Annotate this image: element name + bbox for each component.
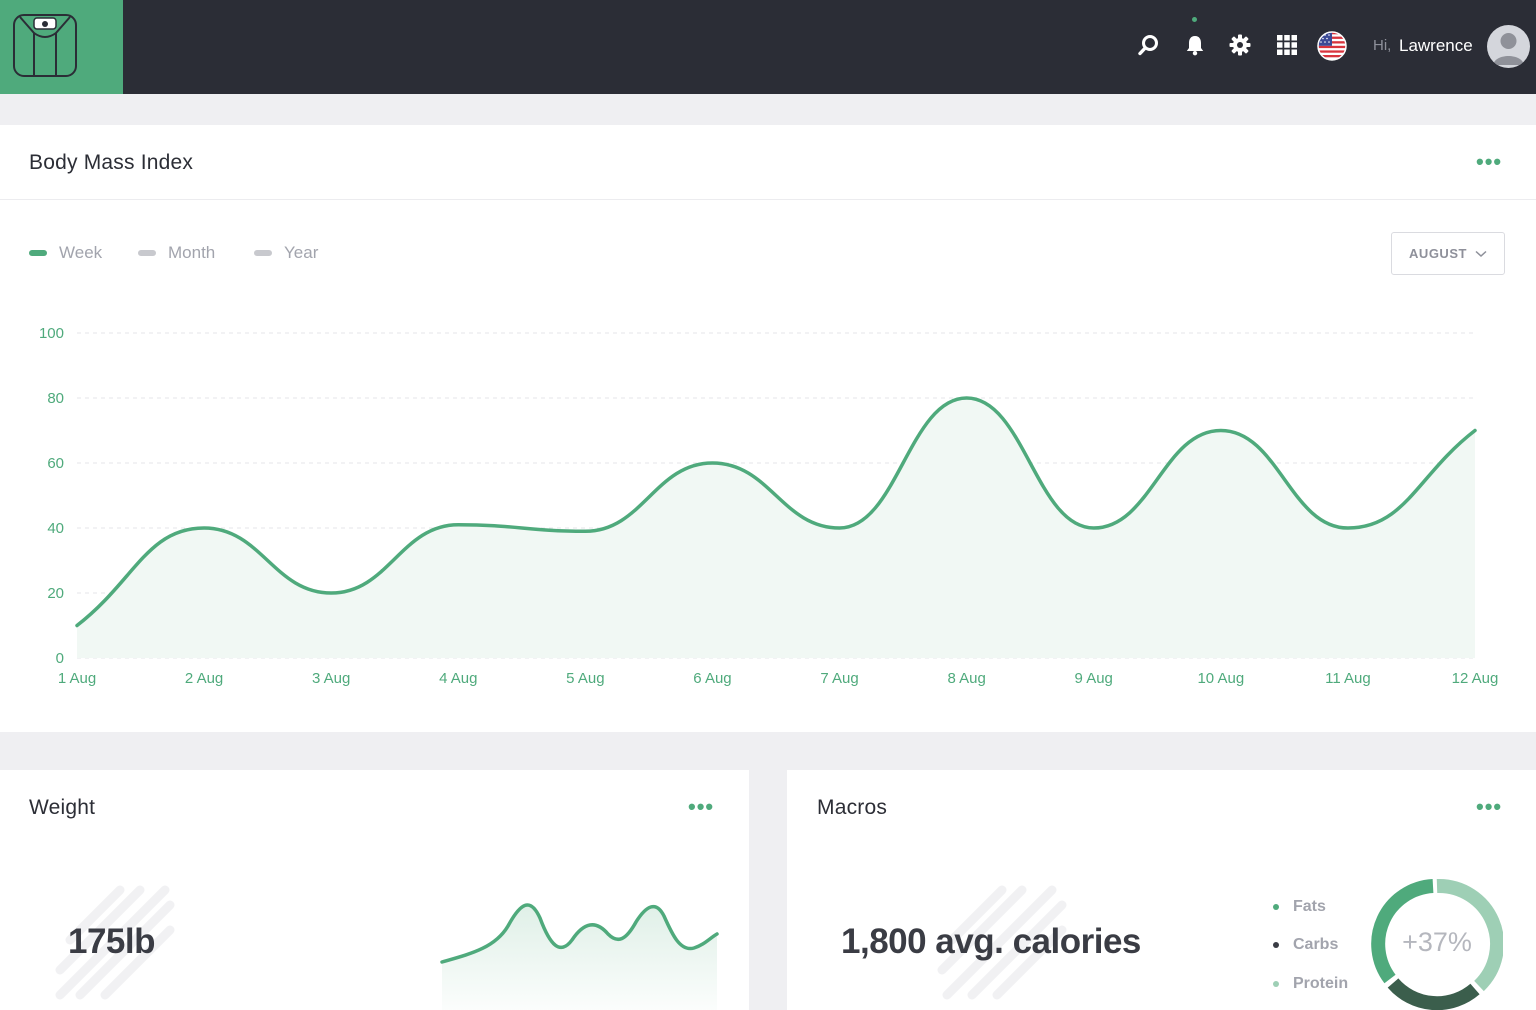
- top-navigation-bar: Hi, Lawrence: [0, 0, 1536, 94]
- macro-dot: [1273, 904, 1279, 910]
- y-tick-label: 40: [47, 520, 64, 537]
- y-tick-label: 100: [39, 325, 64, 342]
- app-logo[interactable]: [0, 0, 123, 94]
- macro-dot: [1273, 981, 1279, 987]
- x-tick-label: 10 Aug: [1197, 670, 1244, 687]
- bell-icon[interactable]: [1183, 33, 1207, 57]
- macro-label-fats: Fats: [1293, 898, 1326, 915]
- x-tick-label: 4 Aug: [439, 670, 477, 687]
- search-icon[interactable]: [1137, 33, 1161, 57]
- macro-dot: [1273, 942, 1279, 948]
- weight-card-title: Weight: [29, 796, 96, 819]
- x-tick-label: 6 Aug: [693, 670, 731, 687]
- x-tick-label: 9 Aug: [1075, 670, 1113, 687]
- y-tick-label: 0: [56, 650, 64, 667]
- x-tick-label: 3 Aug: [312, 670, 350, 687]
- y-tick-label: 80: [47, 390, 64, 407]
- weight-sparkline: [440, 903, 719, 1010]
- user-avatar-icon: [1493, 33, 1524, 65]
- donut-segment-protein: [1387, 978, 1480, 1010]
- macro-item-protein: Protein: [1273, 975, 1348, 993]
- macro-label-protein: Protein: [1293, 975, 1349, 992]
- bmi-area-chart: 0 20 40 60 80 100 1 Aug 2 Aug 3 Aug 4 Aug 5 Aug 6 A…: [39, 325, 1499, 687]
- x-tick-label: 12 Aug: [1452, 670, 1499, 687]
- greeting-text: Hi,: [1373, 37, 1392, 54]
- donut-percentage: +37%: [1402, 927, 1472, 957]
- macro-item-fats: Fats: [1273, 898, 1326, 916]
- avg-calories-value: 1,800 avg. calories: [841, 922, 1141, 961]
- apps-grid-icon[interactable]: [1275, 33, 1299, 57]
- macro-item-carbs: Carbs: [1273, 936, 1338, 954]
- x-tick-label: 5 Aug: [566, 670, 604, 687]
- macros-card: Macros ••• 1,800 avg. calories Fats Carb…: [787, 770, 1536, 1010]
- y-tick-label: 60: [47, 455, 64, 472]
- x-tick-label: 8 Aug: [947, 670, 985, 687]
- scale-logo-icon: [13, 14, 77, 77]
- x-tick-label: 7 Aug: [820, 670, 858, 687]
- x-tick-label: 11 Aug: [1325, 670, 1371, 687]
- user-name[interactable]: Lawrence: [1399, 36, 1473, 56]
- macros-card-title: Macros: [817, 796, 888, 819]
- gear-icon[interactable]: [1228, 33, 1252, 57]
- notification-dot: [1192, 17, 1197, 22]
- x-tick-label: 2 Aug: [185, 670, 223, 687]
- macro-label-carbs: Carbs: [1293, 936, 1339, 953]
- x-tick-label: 1 Aug: [58, 670, 96, 687]
- us-flag-icon[interactable]: [1317, 31, 1347, 61]
- y-tick-label: 20: [47, 585, 64, 602]
- weight-card: Weight ••• 175lb: [0, 770, 749, 1010]
- weight-menu-button[interactable]: •••: [688, 796, 714, 818]
- macros-menu-button[interactable]: •••: [1476, 796, 1502, 818]
- avatar[interactable]: [1487, 25, 1530, 68]
- bmi-card: Body Mass Index ••• Week Month Year AUGU…: [0, 125, 1536, 732]
- weight-value: 175lb: [68, 922, 156, 961]
